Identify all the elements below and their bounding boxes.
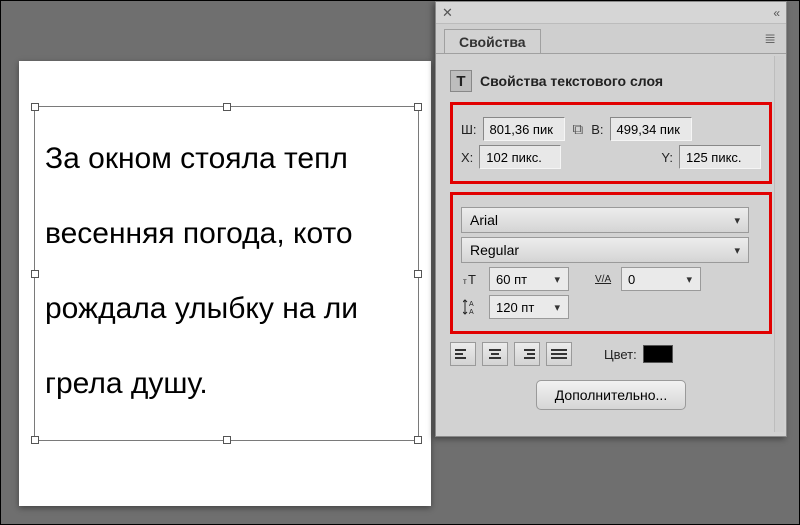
tracking-icon: V/A	[593, 272, 615, 286]
align-left-button[interactable]	[450, 342, 476, 366]
text-color-swatch[interactable]	[643, 345, 673, 363]
x-field[interactable]: 102 пикс.	[479, 145, 561, 169]
panel-menu-icon[interactable]: ≣	[764, 30, 776, 47]
text-line: За окном стояла тепл	[45, 121, 408, 196]
width-label: Ш:	[461, 122, 477, 137]
svg-text:A: A	[469, 309, 474, 315]
resize-handle[interactable]	[414, 103, 422, 111]
svg-text:A: A	[469, 301, 474, 308]
align-right-button[interactable]	[514, 342, 540, 366]
x-label: X:	[461, 150, 473, 165]
properties-panel: ✕ « Свойства ≣ Т Свойства текстового сло…	[435, 1, 787, 437]
paragraph-row: Цвет:	[450, 342, 772, 366]
tracking-value: 0	[628, 272, 635, 287]
resize-handle[interactable]	[414, 436, 422, 444]
document-canvas: За окном стояла тепл весенняя погода, ко…	[19, 61, 431, 506]
svg-text:T: T	[468, 272, 476, 286]
tab-properties[interactable]: Свойства	[444, 29, 541, 53]
chevron-down-icon: ▾	[734, 214, 740, 227]
advanced-button[interactable]: Дополнительно...	[536, 380, 686, 410]
font-size-icon: тT	[461, 272, 483, 286]
chevron-down-icon: ▾	[554, 273, 560, 286]
y-label: Y:	[661, 150, 673, 165]
leading-icon: A A	[461, 299, 483, 315]
resize-handle[interactable]	[31, 436, 39, 444]
font-style-select[interactable]: Regular ▾	[461, 237, 749, 263]
resize-handle[interactable]	[31, 103, 39, 111]
resize-handle[interactable]	[414, 270, 422, 278]
text-line: весенняя погода, кото	[45, 196, 408, 271]
link-icon[interactable]: ⧉	[571, 121, 586, 138]
resize-handle[interactable]	[31, 270, 39, 278]
app-viewport: За окном стояла тепл весенняя погода, ко…	[0, 0, 800, 525]
font-size-field[interactable]: 60 пт ▾	[489, 267, 569, 291]
character-group: Arial ▾ Regular ▾ тT 60 пт	[450, 192, 772, 334]
tracking-field[interactable]: 0 ▾	[621, 267, 701, 291]
height-field[interactable]: 499,34 пик	[610, 117, 692, 141]
transform-group: Ш: 801,36 пик ⧉ В: 499,34 пик X: 102 пик…	[450, 102, 772, 184]
svg-text:т: т	[463, 277, 467, 286]
align-justify-button[interactable]	[546, 342, 572, 366]
panel-topbar: ✕ «	[436, 2, 786, 24]
text-layer-content[interactable]: За окном стояла тепл весенняя погода, ко…	[35, 107, 418, 431]
y-field[interactable]: 125 пикс.	[679, 145, 761, 169]
width-field[interactable]: 801,36 пик	[483, 117, 565, 141]
font-family-value: Arial	[470, 212, 498, 228]
resize-handle[interactable]	[223, 436, 231, 444]
chevron-down-icon: ▾	[686, 273, 692, 286]
panel-body: Т Свойства текстового слоя Ш: 801,36 пик…	[436, 54, 786, 420]
font-family-select[interactable]: Arial ▾	[461, 207, 749, 233]
text-layer-frame[interactable]: За окном стояла тепл весенняя погода, ко…	[34, 106, 419, 441]
text-line: грела душу.	[45, 346, 408, 421]
font-size-value: 60 пт	[496, 272, 527, 287]
panel-tabrow: Свойства ≣	[436, 24, 786, 54]
type-layer-icon: Т	[450, 70, 472, 92]
svg-text:V/A: V/A	[595, 274, 611, 285]
leading-value: 120 пт	[496, 300, 534, 315]
leading-field[interactable]: 120 пт ▾	[489, 295, 569, 319]
color-label: Цвет:	[604, 347, 637, 362]
align-center-button[interactable]	[482, 342, 508, 366]
chevron-down-icon: ▾	[554, 301, 560, 314]
panel-scrollbar[interactable]	[774, 56, 784, 432]
chevron-down-icon: ▾	[734, 244, 740, 257]
close-icon[interactable]: ✕	[442, 5, 453, 21]
font-style-value: Regular	[470, 242, 519, 258]
height-label: В:	[591, 122, 603, 137]
text-line: рождала улыбку на ли	[45, 271, 408, 346]
collapse-icon[interactable]: «	[773, 6, 780, 20]
resize-handle[interactable]	[223, 103, 231, 111]
section-title: Свойства текстового слоя	[480, 73, 663, 89]
